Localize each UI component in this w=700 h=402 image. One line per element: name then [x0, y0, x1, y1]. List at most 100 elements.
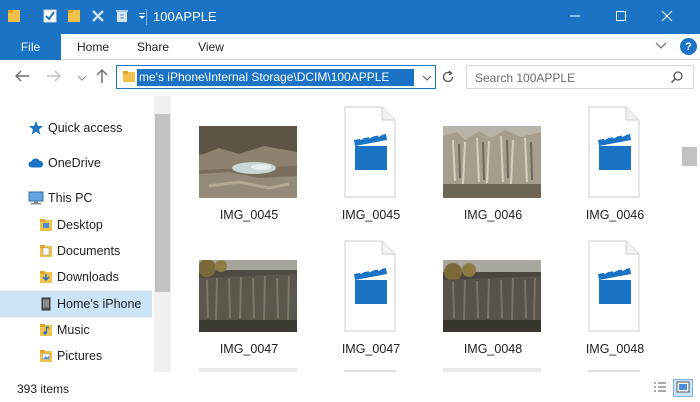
file-name: IMG_0047 — [219, 342, 279, 356]
file-item[interactable]: IMG_0048 — [432, 230, 554, 360]
cloud-icon — [28, 155, 44, 171]
minimize-button[interactable] — [552, 0, 598, 34]
pictures-folder-icon — [38, 348, 54, 364]
properties-icon[interactable] — [42, 8, 58, 24]
photo-thumbnail — [443, 126, 541, 198]
maximize-icon — [615, 10, 627, 25]
recycle-icon[interactable] — [114, 8, 130, 24]
search-placeholder[interactable]: Search 100APPLE — [475, 71, 575, 85]
ribbon-tabs: File Home Share View ? — [0, 34, 700, 60]
up-button[interactable] — [92, 68, 112, 88]
nav-item-label: Quick access — [48, 121, 123, 135]
search-icon[interactable] — [670, 70, 684, 87]
file-name: IMG_0045 — [219, 208, 279, 222]
refresh-button[interactable] — [438, 68, 458, 88]
back-button[interactable] — [12, 68, 32, 88]
details-view-button[interactable] — [650, 379, 670, 397]
refresh-icon — [441, 70, 455, 87]
video-file-icon — [344, 106, 396, 198]
nav-item-label: Home's iPhone — [57, 297, 142, 311]
file-name: IMG_0045 — [341, 208, 401, 222]
nav-item-downloads[interactable]: Downloads — [0, 264, 152, 290]
file-item[interactable]: IMG_0046 — [432, 96, 554, 226]
content-scrollbar[interactable] — [681, 96, 698, 372]
documents-folder-icon — [38, 243, 54, 259]
status-bar: 393 items — [0, 372, 700, 402]
close-button[interactable] — [644, 0, 690, 34]
file-item[interactable]: IMG_0047 — [188, 230, 310, 360]
file-name: IMG_0047 — [341, 342, 401, 356]
file-name: IMG_0046 — [585, 208, 645, 222]
nav-item-desktop[interactable]: Desktop — [0, 212, 152, 238]
computer-icon — [28, 190, 44, 206]
file-item[interactable]: IMG_0045 — [188, 96, 310, 226]
minimize-icon — [569, 10, 581, 25]
delete-icon[interactable] — [90, 8, 106, 24]
photo-thumbnail — [199, 260, 297, 332]
file-name: IMG_0048 — [585, 342, 645, 356]
maximize-button[interactable] — [598, 0, 644, 34]
folder-icon — [6, 8, 22, 24]
file-item[interactable]: IMG_0046 — [554, 96, 676, 226]
back-arrow-icon — [14, 69, 30, 87]
nav-item-label: Desktop — [57, 218, 103, 232]
up-arrow-icon — [96, 68, 108, 89]
file-item[interactable]: IMG_0045 — [310, 96, 432, 226]
nav-item-label: Music — [57, 323, 90, 337]
video-file-icon — [588, 240, 640, 332]
title-separator — [146, 9, 147, 25]
address-row: me's iPhone\Internal Storage\DCIM\100APP… — [0, 60, 700, 96]
music-folder-icon — [38, 322, 54, 338]
nav-item-label: Documents — [57, 244, 121, 258]
navigation-pane: Quick access OneDrive This PC Desktop Do… — [0, 96, 172, 372]
nav-item-homes-iphone[interactable]: Home's iPhone — [0, 291, 152, 317]
nav-item-pictures[interactable]: Pictures — [0, 343, 152, 369]
tab-share[interactable]: Share — [126, 34, 180, 60]
phone-icon — [38, 296, 54, 312]
title-bar: 100APPLE — [0, 0, 700, 34]
help-button[interactable]: ? — [680, 38, 697, 55]
forward-button[interactable] — [44, 68, 64, 88]
new-folder-icon[interactable] — [66, 8, 82, 24]
star-icon — [28, 120, 44, 136]
tab-home[interactable]: Home — [66, 34, 120, 60]
file-item[interactable]: IMG_0047 — [310, 230, 432, 360]
address-dropdown-icon[interactable] — [422, 71, 432, 85]
recent-locations-button[interactable] — [72, 68, 92, 88]
nav-item-label: OneDrive — [48, 156, 101, 170]
photo-thumbnail — [199, 126, 297, 198]
search-box[interactable]: Search 100APPLE — [466, 65, 694, 89]
video-file-icon — [588, 106, 640, 198]
window-title: 100APPLE — [153, 9, 217, 24]
file-name: IMG_0046 — [463, 208, 523, 222]
nav-item-label: Pictures — [57, 349, 103, 363]
nav-item-this-pc[interactable]: This PC — [0, 185, 152, 211]
video-file-icon — [344, 240, 396, 332]
content-scrollbar-thumb[interactable] — [682, 147, 697, 166]
desktop-folder-icon — [38, 217, 54, 233]
large-icons-view-button[interactable] — [673, 379, 693, 397]
details-view-icon — [653, 381, 667, 396]
nav-item-music[interactable]: Music — [0, 317, 152, 343]
address-bar[interactable]: me's iPhone\Internal Storage\DCIM\100APP… — [116, 65, 436, 89]
forward-arrow-icon — [46, 69, 62, 87]
qat-dropdown-icon[interactable] — [134, 8, 150, 24]
chevron-down-icon — [77, 69, 87, 87]
nav-scrollbar-thumb[interactable] — [155, 114, 170, 292]
close-icon — [661, 10, 673, 25]
tab-file[interactable]: File — [0, 34, 61, 60]
nav-item-quick-access[interactable]: Quick access — [0, 115, 152, 141]
file-item[interactable]: IMG_0048 — [554, 230, 676, 360]
item-count: 393 items — [17, 382, 70, 396]
nav-item-documents[interactable]: Documents — [0, 238, 152, 264]
tab-view[interactable]: View — [184, 34, 238, 60]
address-path-text[interactable]: me's iPhone\Internal Storage\DCIM\100APP… — [137, 69, 414, 86]
nav-item-onedrive[interactable]: OneDrive — [0, 150, 152, 176]
folder-icon — [122, 70, 136, 87]
photo-thumbnail — [443, 260, 541, 332]
file-name: IMG_0048 — [463, 342, 523, 356]
downloads-folder-icon — [38, 269, 54, 285]
expand-ribbon-icon[interactable] — [654, 40, 668, 54]
nav-item-label: This PC — [48, 191, 93, 205]
file-list: IMG_0045 IMG_0045 IMG_0046 IMG_0046 IMG_… — [173, 96, 681, 372]
